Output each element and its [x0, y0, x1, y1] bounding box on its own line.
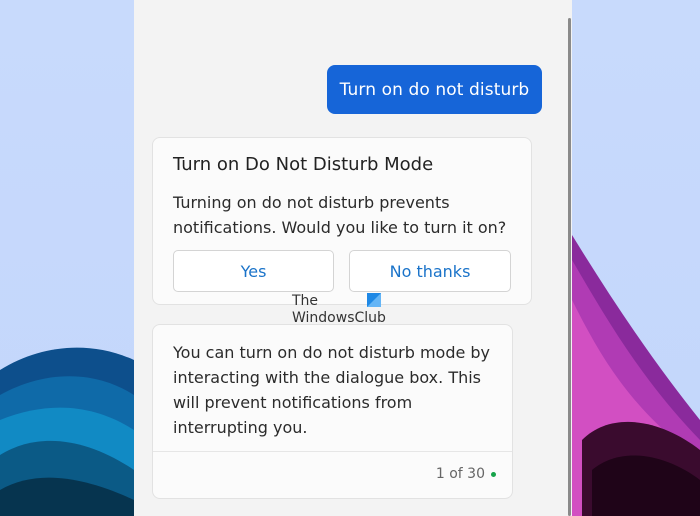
windows-logo-icon — [367, 293, 381, 307]
yes-button[interactable]: Yes — [173, 250, 334, 292]
response-footer: 1 of 30 — [436, 466, 496, 482]
response-body: You can turn on do not disturb mode by i… — [173, 343, 491, 437]
user-message-bubble: Turn on do not disturb — [327, 65, 542, 114]
response-divider — [153, 451, 512, 452]
dnd-dialog-card: Turn on Do Not Disturb Mode Turning on d… — [152, 137, 532, 305]
response-counter: 1 of 30 — [435, 466, 485, 482]
wallpaper-right-bloom — [572, 0, 700, 516]
wallpaper-left-bloom — [0, 0, 134, 516]
scrollbar[interactable] — [568, 18, 571, 516]
dialog-body: Turning on do not disturb prevents notif… — [173, 193, 507, 237]
no-thanks-button[interactable]: No thanks — [349, 250, 511, 292]
watermark-line2: WindowsClub — [292, 310, 386, 326]
status-dot-icon — [491, 471, 496, 477]
dialog-title: Turn on Do Not Disturb Mode — [173, 154, 434, 175]
watermark-line1: The — [292, 293, 319, 309]
response-card: You can turn on do not disturb mode by i… — [152, 324, 513, 499]
watermark: The WindowsClub — [292, 293, 392, 327]
